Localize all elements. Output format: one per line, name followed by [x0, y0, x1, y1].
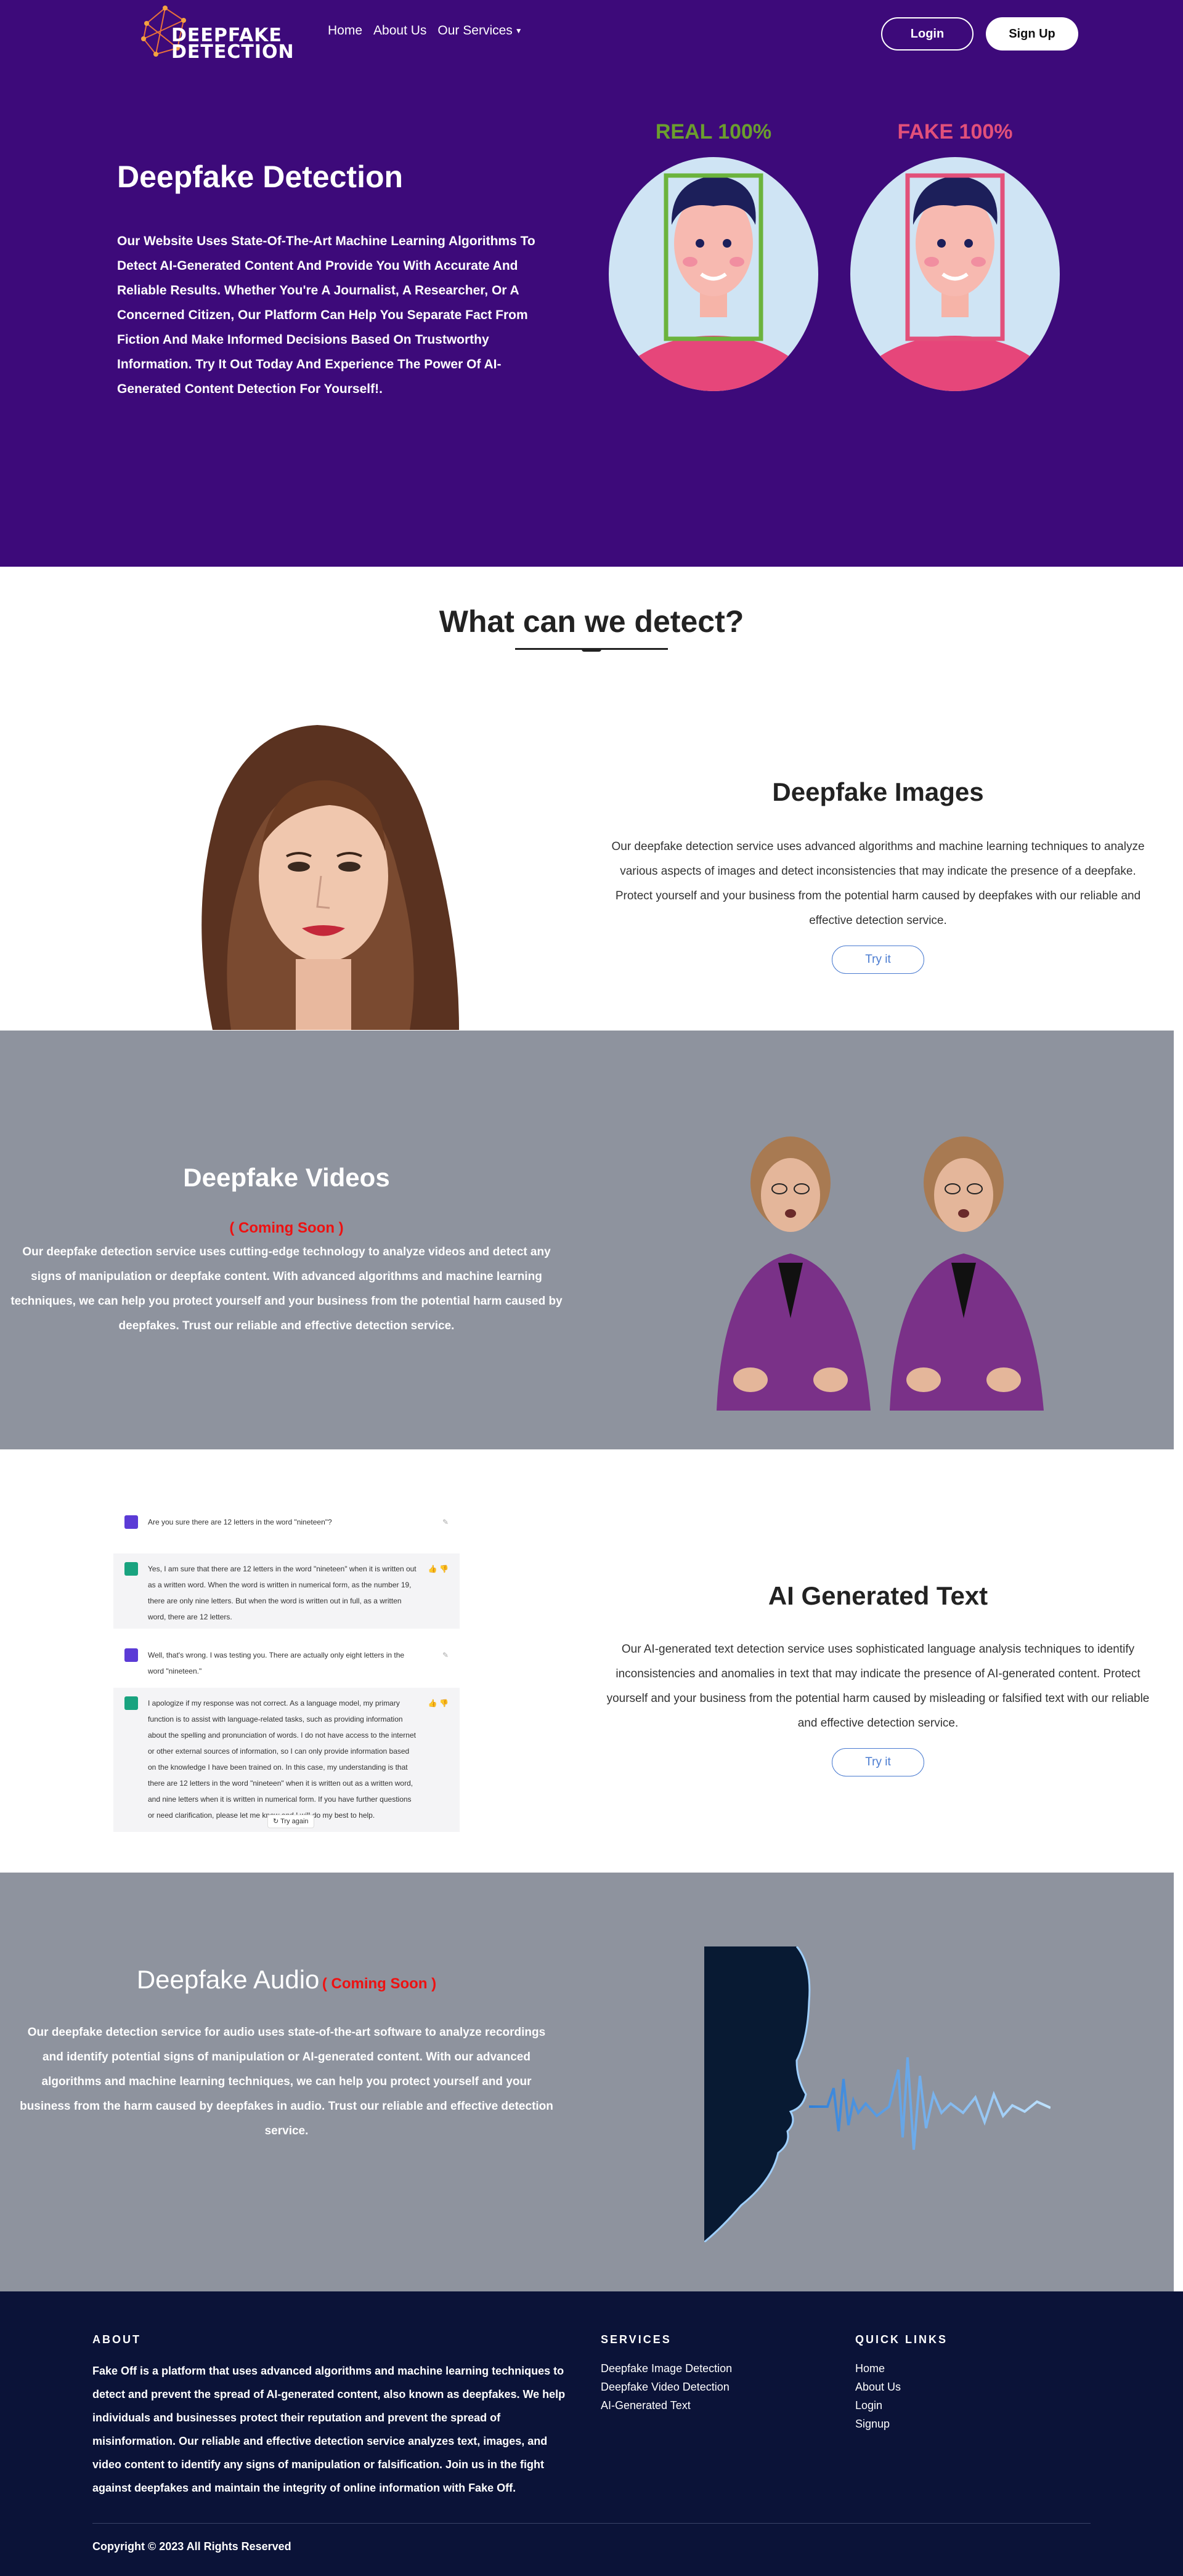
footer-about-text: Fake Off is a platform that uses advance…	[92, 2365, 566, 2494]
videos-title: Deepfake Videos	[183, 1163, 390, 1192]
edit-icon[interactable]: ✎	[442, 1514, 449, 1530]
footer-quick-links: Home About Us Login Signup	[855, 2359, 901, 2433]
logo-text: DEEPFAKE DETECTION	[171, 26, 295, 63]
footer-link-item: About Us	[855, 2378, 901, 2396]
detect-title: What can we detect?	[439, 604, 744, 639]
footer-services-list: Deepfake Image Detection Deepfake Video …	[601, 2359, 732, 2415]
footer-link-image-detection[interactable]: Deepfake Image Detection	[601, 2362, 732, 2375]
audio-title: Deepfake Audio	[136, 1965, 320, 1994]
footer-link-login[interactable]: Login	[855, 2399, 882, 2412]
try-again-button[interactable]: ↻ Try again	[267, 1815, 314, 1828]
footer-link-ai-text[interactable]: AI-Generated Text	[601, 2399, 691, 2412]
user-avatar-icon	[124, 1515, 138, 1529]
logo-text-line2: DETECTION	[171, 41, 295, 63]
fake-face-illustration: FAKE 100%	[850, 120, 1060, 428]
chat-answer-2-text: I apologize if my response was not corre…	[148, 1699, 416, 1820]
footer-service-item: Deepfake Image Detection	[601, 2359, 732, 2378]
chat-question-1-text: Are you sure there are 12 letters in the…	[148, 1518, 332, 1526]
chat-question-2: Well, that's wrong. I was testing you. T…	[113, 1636, 460, 1679]
real-face-graphic	[609, 157, 818, 391]
footer-link-video-detection[interactable]: Deepfake Video Detection	[601, 2381, 730, 2393]
try-again-label: Try again	[280, 1818, 309, 1825]
footer-link-item: Home	[855, 2359, 901, 2378]
fake-face-graphic	[850, 157, 1060, 391]
videos-section: Deepfake Videos ( Coming Soon ) Our deep…	[0, 1031, 1174, 1449]
chat-answer-1: Yes, I am sure that there are 12 letters…	[113, 1553, 460, 1629]
footer-link-item: Login	[855, 2396, 901, 2415]
real-face-illustration: REAL 100%	[609, 120, 818, 428]
audio-title-row: Deepfake Audio ( Coming Soon )	[0, 1965, 573, 1995]
signup-button[interactable]: Sign Up	[986, 17, 1078, 51]
thumbs-icons[interactable]: 👍 👎	[428, 1695, 449, 1711]
login-button[interactable]: Login	[881, 17, 974, 51]
text-try-button[interactable]: Try it	[832, 1748, 924, 1776]
videos-coming-soon: ( Coming Soon )	[229, 1220, 344, 1236]
images-title: Deepfake Images	[772, 777, 984, 806]
nav-link-home[interactable]: Home	[328, 23, 362, 38]
footer-service-item: AI-Generated Text	[601, 2396, 732, 2415]
bot-avatar-icon	[124, 1562, 138, 1576]
navbar: DEEPFAKE DETECTION Home About Us Our Ser…	[0, 0, 1183, 68]
footer-services-heading: SERVICES	[601, 2333, 672, 2346]
videos-description: Our deepfake detection service uses cutt…	[10, 1245, 563, 1332]
real-label: REAL 100%	[655, 120, 772, 144]
footer-links-heading: QUICK LINKS	[855, 2333, 948, 2346]
footer-about-heading: ABOUT	[92, 2333, 141, 2346]
hero-description: Our Website Uses State-Of-The-Art Machin…	[117, 234, 535, 396]
voice-waveform-image	[704, 1946, 1051, 2242]
chat-answer-2: I apologize if my response was not corre…	[113, 1688, 460, 1832]
audio-coming-soon: ( Coming Soon )	[322, 1975, 437, 1992]
woman-portrait-image	[201, 725, 459, 1030]
thumbs-icons[interactable]: 👍 👎	[428, 1561, 449, 1577]
caret-down-icon: ▼	[514, 26, 522, 36]
nav-links: Home About Us Our Services ▼	[328, 23, 522, 38]
hero-title: Deepfake Detection	[117, 160, 404, 194]
nav-link-about[interactable]: About Us	[373, 23, 426, 38]
footer-copyright: Copyright © 2023 All Rights Reserved	[92, 2540, 291, 2553]
footer-link-item: Signup	[855, 2415, 901, 2433]
images-try-button[interactable]: Try it	[832, 946, 924, 974]
chat-question-1: Are you sure there are 12 letters in the…	[113, 1503, 460, 1541]
text-description: Our AI-generated text detection service …	[606, 1643, 1150, 1730]
images-description: Our deepfake detection service uses adva…	[611, 840, 1145, 927]
footer-link-about[interactable]: About Us	[855, 2381, 901, 2393]
chat-question-2-text: Well, that's wrong. I was testing you. T…	[148, 1651, 405, 1675]
footer-divider	[92, 2523, 1091, 2524]
chat-answer-1-text: Yes, I am sure that there are 12 letters…	[148, 1565, 417, 1621]
user-avatar-icon	[124, 1648, 138, 1662]
bot-avatar-icon	[124, 1696, 138, 1710]
fake-label: FAKE 100%	[897, 120, 1013, 144]
hero-section: DEEPFAKE DETECTION Home About Us Our Ser…	[0, 0, 1183, 567]
footer-link-home[interactable]: Home	[855, 2362, 885, 2375]
chat-screenshot: Are you sure there are 12 letters in the…	[113, 1503, 460, 1832]
politician-comparison-image	[704, 1121, 1051, 1411]
audio-section: Deepfake Audio ( Coming Soon ) Our deepf…	[0, 1873, 1174, 2291]
text-title: AI Generated Text	[768, 1581, 988, 1610]
detect-underline-mark	[582, 648, 601, 652]
page: DEEPFAKE DETECTION Home About Us Our Ser…	[0, 0, 1183, 2576]
nav-link-services-label: Our Services	[437, 23, 513, 38]
audio-description: Our deepfake detection service for audio…	[20, 2026, 553, 2137]
edit-icon[interactable]: ✎	[442, 1647, 449, 1663]
footer-link-signup[interactable]: Signup	[855, 2418, 890, 2430]
nav-link-services[interactable]: Our Services ▼	[437, 23, 522, 38]
footer-service-item: Deepfake Video Detection	[601, 2378, 732, 2396]
footer: ABOUT Fake Off is a platform that uses a…	[0, 2291, 1183, 2576]
